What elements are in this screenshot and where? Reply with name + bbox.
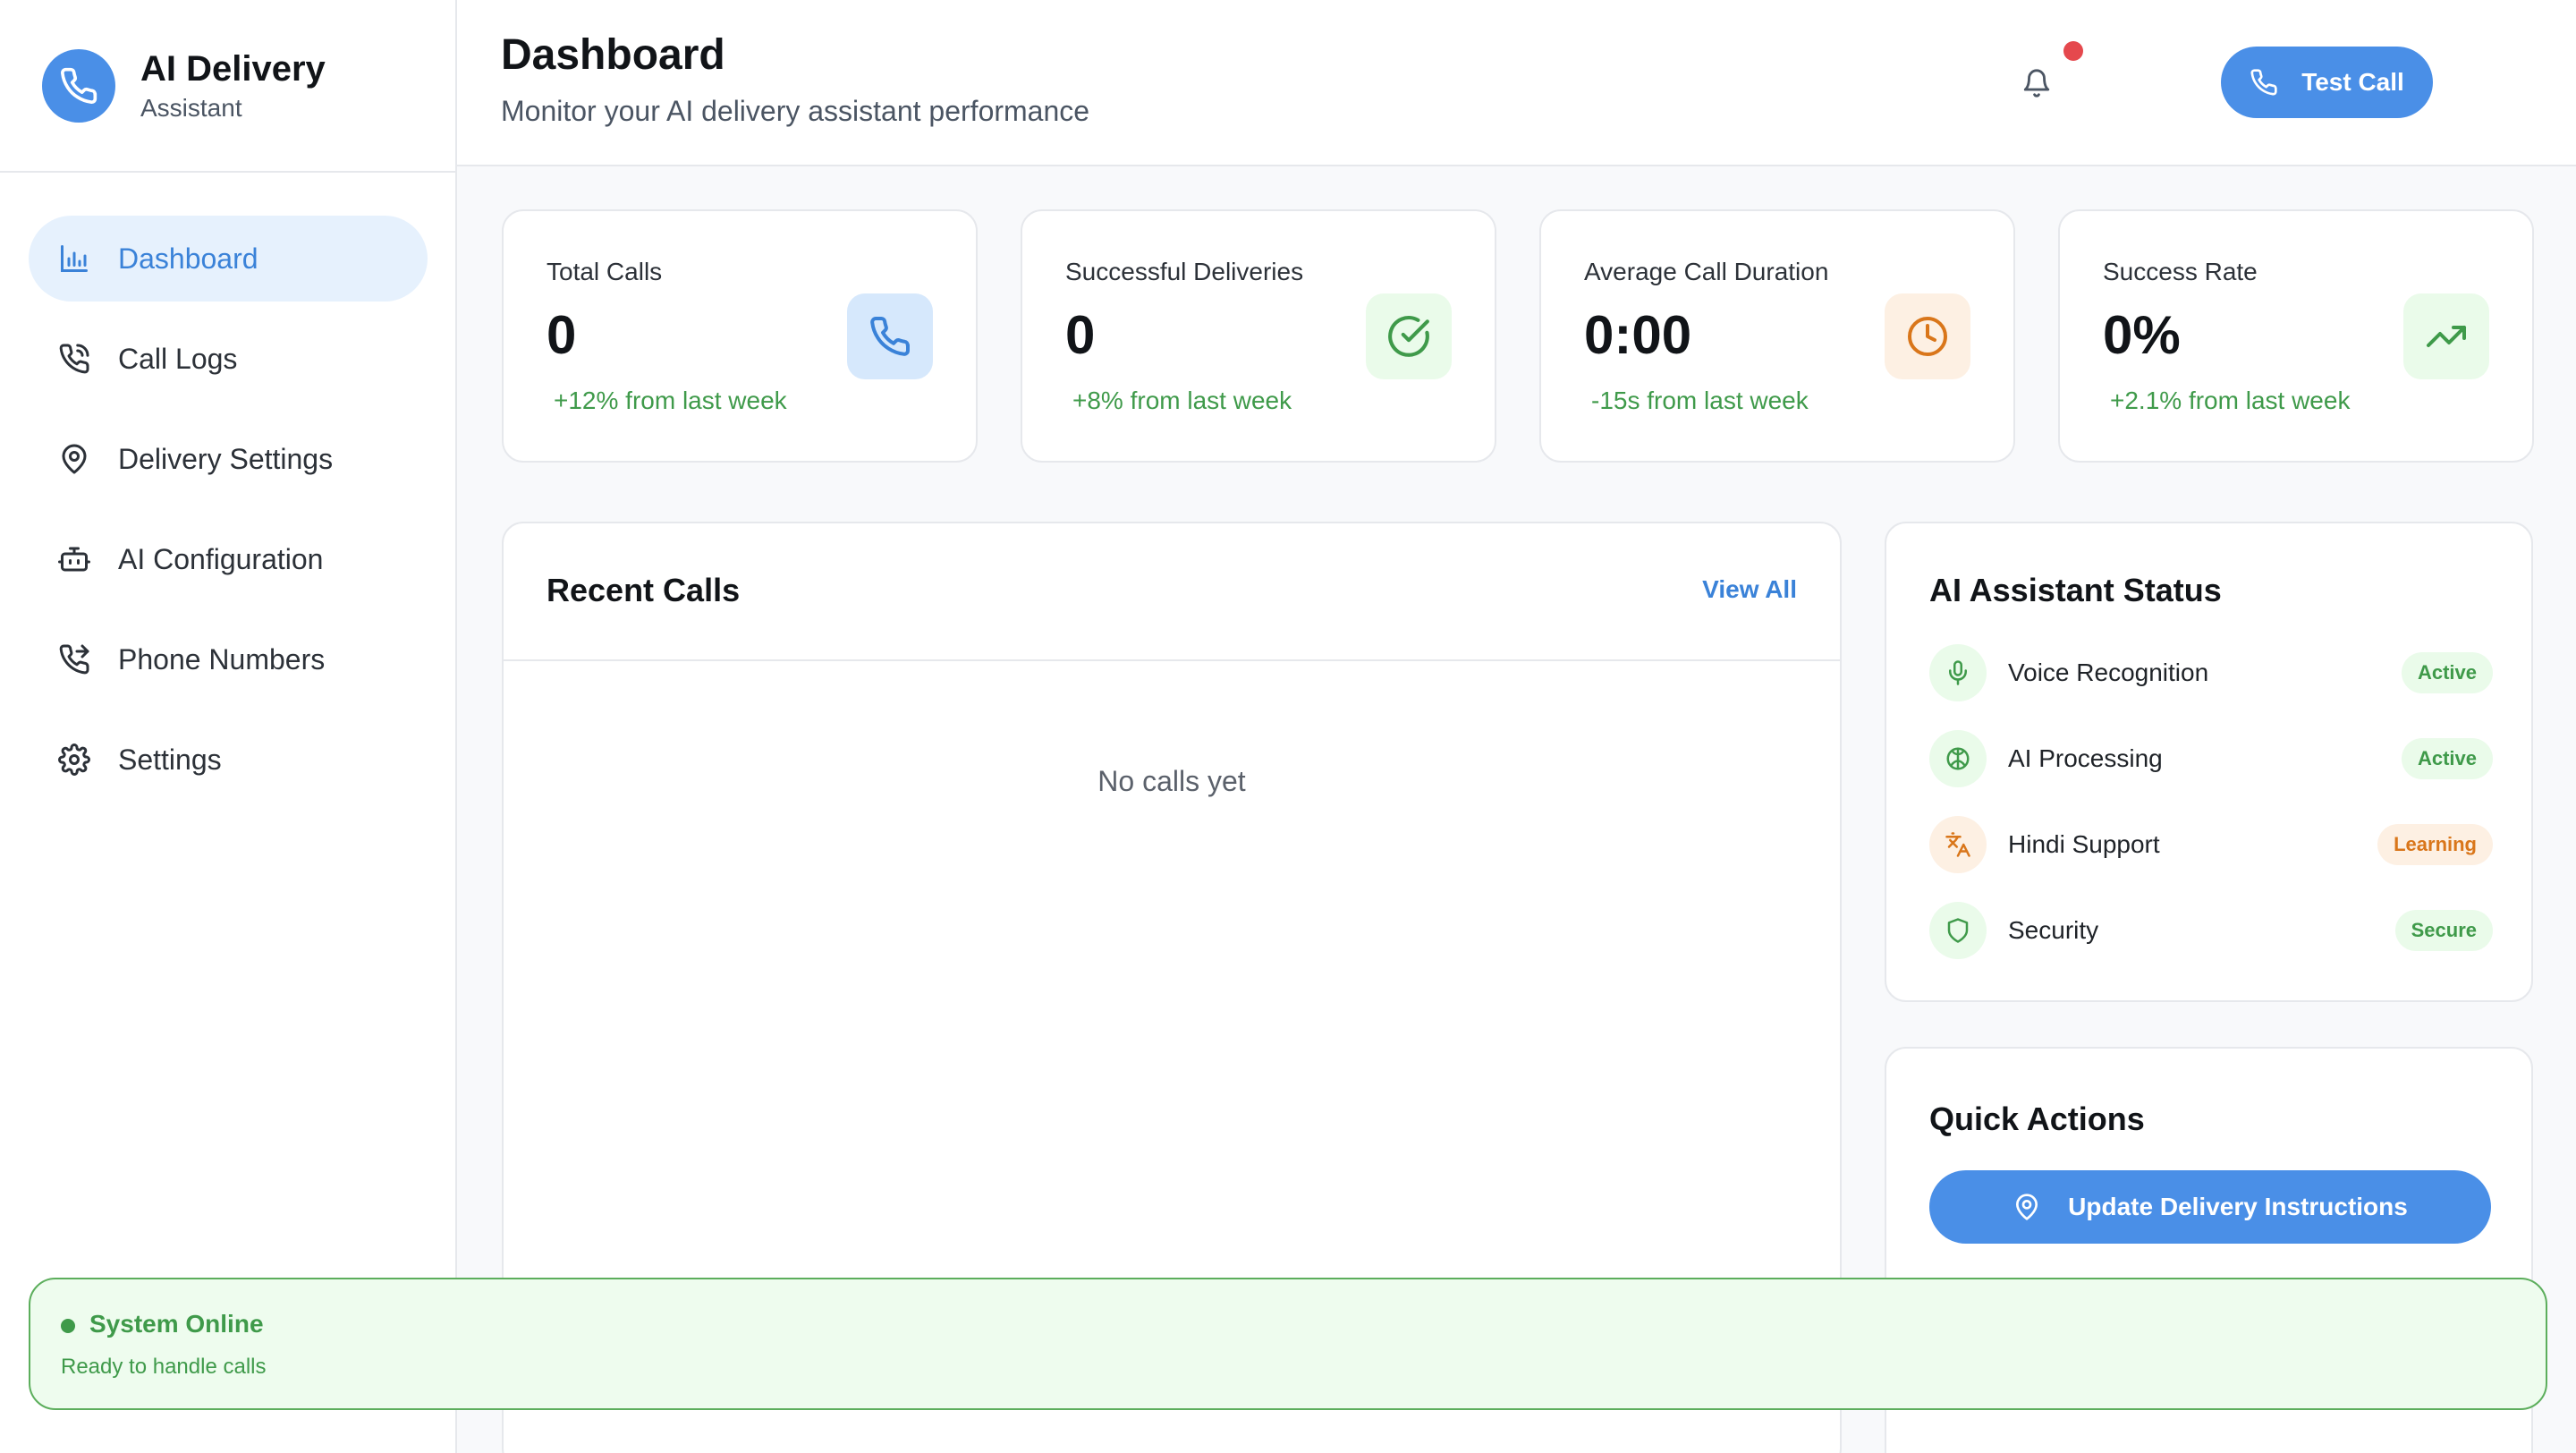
phone-icon: [42, 48, 115, 123]
stat-trend: +8% from last week: [1072, 387, 1292, 414]
sidebar-item-label: Settings: [118, 743, 222, 776]
sidebar-item-settings[interactable]: Settings: [29, 717, 428, 803]
stat-trend: -15s from last week: [1591, 387, 1809, 414]
sidebar: AI Delivery Assistant Dashboard Call Log…: [0, 0, 457, 1453]
stat-value: 0:00: [1584, 305, 1692, 365]
stat-card-total-calls: Total Calls 0 +12% from last week: [502, 209, 978, 463]
ai-status-title: AI Assistant Status: [1929, 572, 2222, 608]
stat-trend: +12% from last week: [554, 387, 787, 414]
update-delivery-instructions-label: Update Delivery Instructions: [2068, 1193, 2408, 1220]
system-status-bar: System Online Ready to handle calls: [29, 1278, 2547, 1410]
status-badge: Learning: [2377, 824, 2493, 865]
stat-label: Successful Deliveries: [1065, 258, 1304, 285]
bell-icon[interactable]: [2018, 64, 2055, 102]
sidebar-item-label: Dashboard: [118, 242, 258, 275]
status-name: Voice Recognition: [2008, 659, 2209, 686]
sidebar-item-phone-numbers[interactable]: Phone Numbers: [29, 616, 428, 702]
stat-label: Success Rate: [2103, 258, 2258, 285]
brain-icon: [1929, 730, 1987, 787]
sidebar-item-ai-configuration[interactable]: AI Configuration: [29, 516, 428, 602]
phone-icon: [847, 293, 933, 379]
map-pin-icon: [2012, 1193, 2041, 1221]
recent-calls-title: Recent Calls: [547, 572, 741, 608]
bot-icon: [57, 542, 91, 576]
brand-subtitle: Assistant: [140, 93, 242, 122]
system-status-title: System Online: [89, 1310, 264, 1338]
stat-label: Average Call Duration: [1584, 258, 1829, 285]
status-name: Hindi Support: [2008, 830, 2160, 858]
phone-call-icon: [57, 342, 91, 376]
stat-label: Total Calls: [547, 258, 663, 285]
sidebar-nav: Dashboard Call Logs Delivery Settings AI…: [29, 216, 428, 817]
status-row-ai-processing: AI Processing Active: [1929, 730, 2493, 787]
stat-value: 0: [1065, 305, 1096, 365]
trending-up-icon: [2403, 293, 2489, 379]
stat-card-average-call-duration: Average Call Duration 0:00 -15s from las…: [1539, 209, 2015, 463]
status-badge: Active: [2401, 738, 2493, 779]
status-row-hindi-support: Hindi Support Learning: [1929, 816, 2493, 873]
gear-icon: [57, 743, 91, 777]
view-all-link[interactable]: View All: [1702, 575, 1797, 604]
map-pin-icon: [57, 442, 91, 476]
sidebar-item-label: Phone Numbers: [118, 642, 326, 676]
status-badge: Secure: [2394, 910, 2493, 951]
status-name: Security: [2008, 916, 2099, 944]
stat-value: 0: [547, 305, 577, 365]
header: Dashboard Monitor your AI delivery assis…: [457, 0, 2576, 166]
page-subtitle: Monitor your AI delivery assistant perfo…: [501, 95, 1090, 127]
phone-forwarded-icon: [57, 642, 91, 676]
status-row-voice-recognition: Voice Recognition Active: [1929, 644, 2493, 701]
status-name: AI Processing: [2008, 744, 2163, 772]
shield-icon: [1929, 902, 1987, 959]
stat-card-success-rate: Success Rate 0% +2.1% from last week: [2058, 209, 2534, 463]
translate-icon: [1929, 816, 1987, 873]
stat-trend: +2.1% from last week: [2110, 387, 2351, 414]
bar-chart-icon: [57, 242, 91, 276]
sidebar-item-label: AI Configuration: [118, 542, 324, 575]
update-delivery-instructions-button[interactable]: Update Delivery Instructions: [1929, 1170, 2491, 1244]
quick-actions-title: Quick Actions: [1929, 1100, 2145, 1137]
sidebar-item-label: Delivery Settings: [118, 442, 334, 475]
recent-calls-header: Recent Calls View All: [504, 523, 1840, 661]
sidebar-item-dashboard[interactable]: Dashboard: [29, 216, 428, 302]
phone-icon: [2250, 68, 2278, 97]
status-badge: Active: [2401, 652, 2493, 693]
sidebar-item-label: Call Logs: [118, 342, 238, 375]
system-status-subtitle: Ready to handle calls: [61, 1355, 267, 1379]
clock-icon: [1885, 293, 1970, 379]
test-call-label: Test Call: [2301, 68, 2404, 96]
status-row-security: Security Secure: [1929, 902, 2493, 959]
page-title: Dashboard: [501, 31, 725, 79]
stat-card-successful-deliveries: Successful Deliveries 0 +8% from last we…: [1021, 209, 1496, 463]
stat-value: 0%: [2103, 305, 2181, 365]
sidebar-item-call-logs[interactable]: Call Logs: [29, 316, 428, 402]
empty-state-text: No calls yet: [1097, 765, 1246, 797]
brand: AI Delivery Assistant: [0, 0, 455, 173]
app-root: AI Delivery Assistant Dashboard Call Log…: [0, 0, 2576, 1453]
check-circle-icon: [1366, 293, 1452, 379]
microphone-icon: [1929, 644, 1987, 701]
test-call-button[interactable]: Test Call: [2221, 47, 2433, 118]
notification-dot: [2063, 41, 2083, 61]
sidebar-item-delivery-settings[interactable]: Delivery Settings: [29, 416, 428, 502]
brand-title: AI Delivery: [140, 48, 326, 89]
ai-status-card: AI Assistant Status Voice Recognition Ac…: [1885, 522, 2533, 1002]
status-dot: [61, 1319, 75, 1333]
